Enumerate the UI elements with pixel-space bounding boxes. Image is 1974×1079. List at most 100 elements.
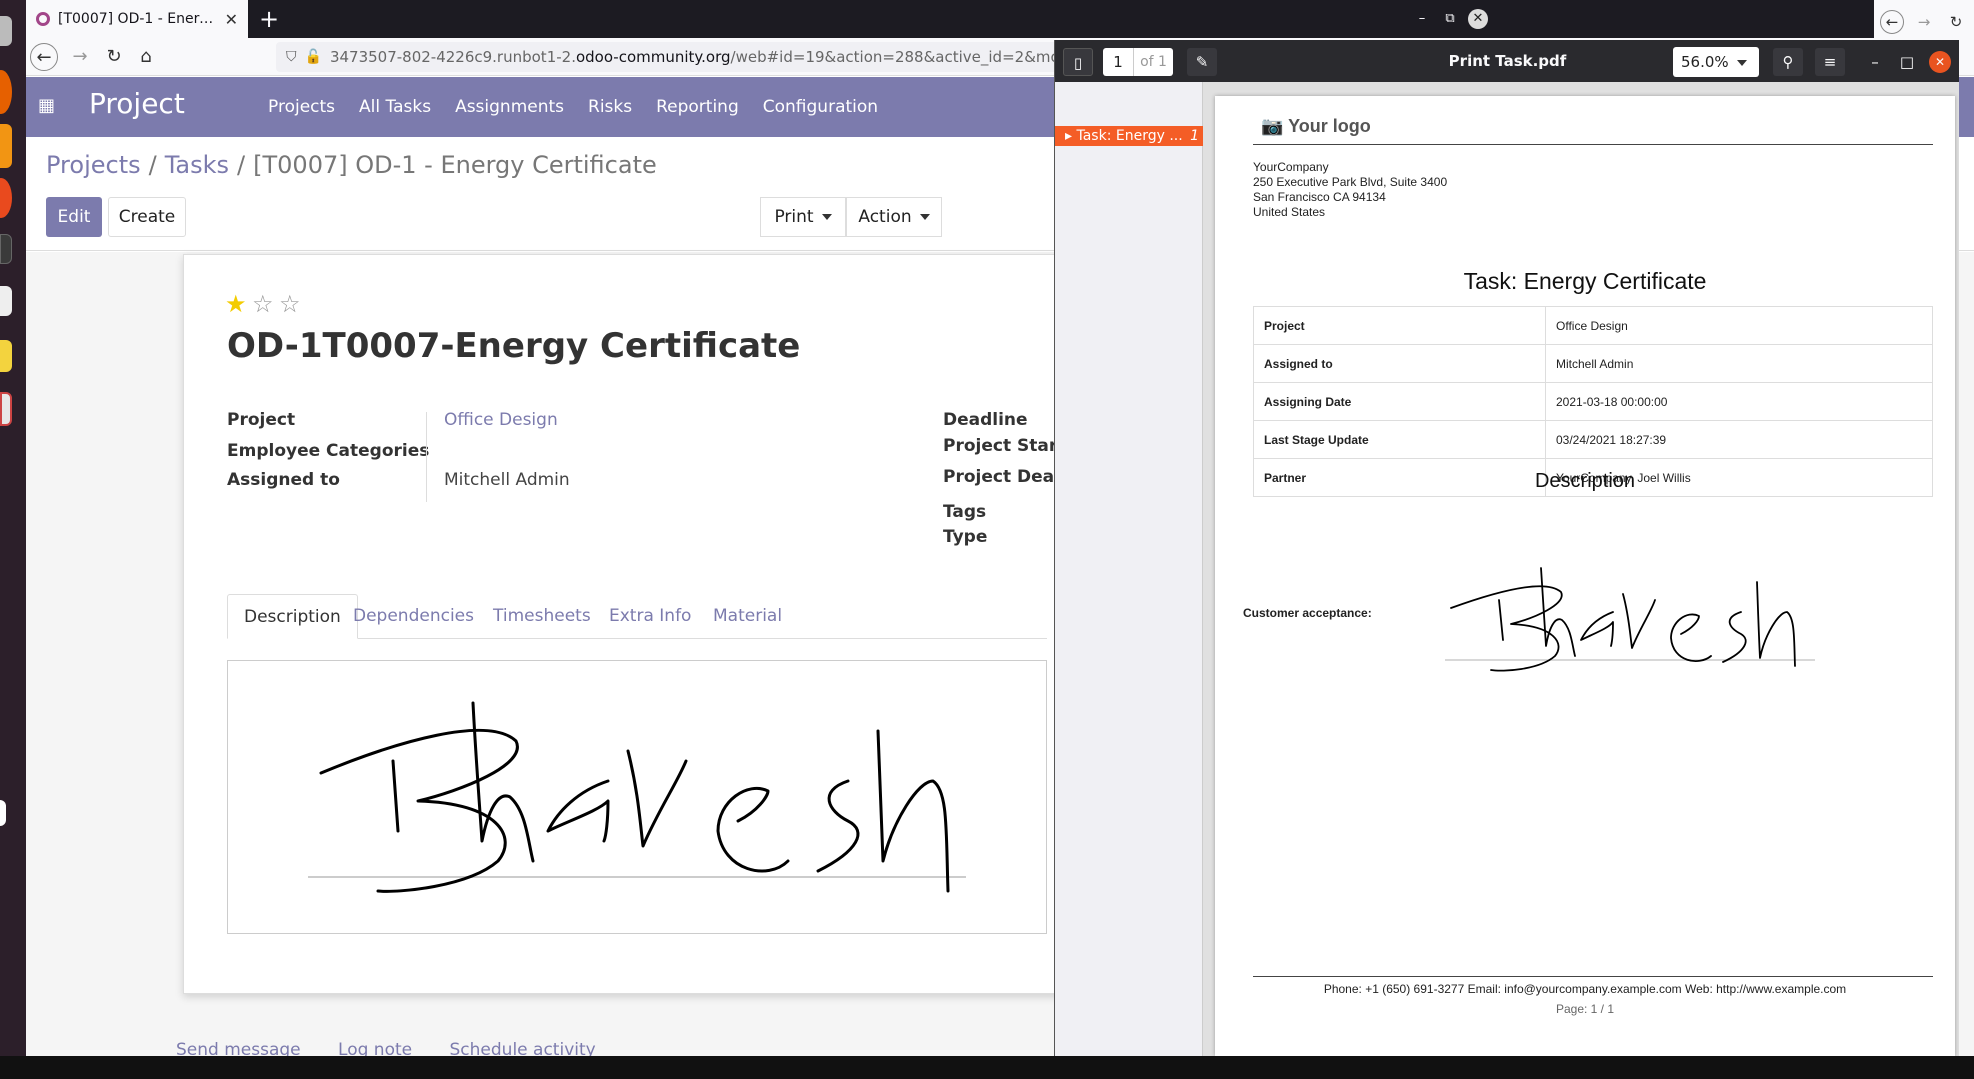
new-tab-button[interactable]: + bbox=[254, 4, 284, 34]
apps-grid-icon[interactable]: ▦ bbox=[38, 95, 60, 117]
dock-show-apps[interactable] bbox=[0, 800, 6, 826]
insecure-lock-icon[interactable]: 🔓 bbox=[305, 49, 322, 65]
report-footer: Phone: +1 (650) 691-3277 Email: info@you… bbox=[1323, 982, 1847, 996]
annotate-pen-icon[interactable]: ✎ bbox=[1187, 48, 1217, 76]
company-address-line: United States bbox=[1253, 205, 1326, 219]
schedule-activity-button[interactable]: Schedule activity bbox=[450, 1040, 596, 1056]
company-address-line: San Francisco CA 94134 bbox=[1253, 190, 1386, 204]
table-cell-key: Last Stage Update bbox=[1253, 420, 1546, 459]
chatter-actions: Send message Log note Schedule activity bbox=[176, 1040, 628, 1056]
tab-title: [T0007] OD-1 - Energy Certificate bbox=[58, 11, 217, 27]
company-address-line: 250 Executive Park Blvd, Suite 3400 bbox=[1253, 175, 1448, 189]
back-arrow-icon[interactable]: ← bbox=[1880, 10, 1904, 34]
reload-icon[interactable]: ↻ bbox=[100, 43, 128, 71]
odoo-favicon-icon bbox=[36, 12, 50, 26]
menu-item-risks[interactable]: Risks bbox=[588, 97, 632, 117]
table-cell-key: Assigning Date bbox=[1253, 382, 1546, 421]
signature-field[interactable] bbox=[227, 660, 1047, 934]
page-count: of 1 bbox=[1133, 48, 1173, 76]
tab-strip: [T0007] OD-1 - Energy Certificate ✕ + – … bbox=[26, 0, 1974, 38]
window-close-button[interactable]: ✕ bbox=[1929, 51, 1951, 73]
breadcrumb-tasks[interactable]: Tasks bbox=[165, 151, 229, 179]
desktop-bottom-bar bbox=[0, 1056, 1974, 1079]
table-row: Last Stage Update 03/24/2021 18:27:39 bbox=[1253, 420, 1933, 459]
hamburger-menu-icon[interactable]: ≡ bbox=[1815, 48, 1845, 76]
tab-dependencies[interactable]: Dependencies bbox=[337, 594, 490, 639]
page-number-input[interactable]: 1 bbox=[1103, 48, 1133, 76]
breadcrumb-separator: / bbox=[148, 151, 157, 179]
tab-material[interactable]: Material bbox=[697, 594, 798, 639]
field-label-employee-categories: Employee Categories bbox=[227, 441, 430, 461]
outline-item-label: Task: Energy ... bbox=[1076, 128, 1183, 144]
table-cell-value: Office Design bbox=[1545, 306, 1933, 345]
back-arrow-icon[interactable]: ← bbox=[30, 43, 58, 71]
print-dropdown-button[interactable]: Print bbox=[760, 197, 846, 237]
ubuntu-dock bbox=[0, 0, 26, 1079]
dock-app-terminal[interactable] bbox=[0, 234, 12, 264]
tab-timesheets[interactable]: Timesheets bbox=[477, 594, 607, 639]
caret-down-icon bbox=[821, 214, 832, 220]
shield-icon[interactable]: ⛉ bbox=[286, 49, 297, 65]
table-cell-value: 03/24/2021 18:27:39 bbox=[1545, 420, 1933, 459]
sidebar-toggle-icon[interactable]: ▯ bbox=[1063, 48, 1093, 76]
zoom-select[interactable]: 56.0% bbox=[1673, 47, 1759, 77]
priority-star-icon[interactable]: ★ bbox=[225, 290, 247, 318]
table-row: Project Office Design bbox=[1253, 306, 1933, 345]
log-note-button[interactable]: Log note bbox=[338, 1040, 412, 1056]
dock-app-viewer[interactable] bbox=[0, 392, 12, 426]
window-minimize-button[interactable]: – bbox=[1865, 48, 1885, 76]
browser-tab-active[interactable]: [T0007] OD-1 - Energy Certificate ✕ bbox=[26, 0, 248, 38]
print-label: Print bbox=[774, 207, 814, 227]
window-minimize-button[interactable]: – bbox=[1412, 9, 1432, 29]
reload-icon[interactable]: ↻ bbox=[1944, 10, 1968, 34]
forward-arrow-icon[interactable]: → bbox=[66, 43, 94, 71]
dock-app-files[interactable] bbox=[0, 16, 12, 46]
forward-arrow-icon[interactable]: → bbox=[1912, 10, 1936, 34]
url-domain: odoo-community.org bbox=[575, 48, 731, 66]
pdf-outline-sidebar: ▸ Task: Energy ... 1 ▦ ☰ ✎ ▮ bbox=[1055, 82, 1203, 1056]
header-rule bbox=[1253, 144, 1933, 145]
caret-down-icon bbox=[919, 214, 930, 220]
chevron-right-icon: ▸ bbox=[1065, 128, 1077, 144]
window-maximize-button[interactable]: □ bbox=[1897, 48, 1917, 76]
dock-app-folder[interactable] bbox=[0, 124, 12, 168]
window-restore-button[interactable]: ⧉ bbox=[1440, 9, 1460, 29]
priority-star-icon[interactable]: ☆ bbox=[279, 290, 301, 318]
tab-extra-info[interactable]: Extra Info bbox=[593, 594, 707, 639]
report-page-number: Page: 1 / 1 bbox=[1555, 1002, 1615, 1016]
company-logo: 📷 Your logo bbox=[1261, 116, 1371, 137]
home-icon[interactable]: ⌂ bbox=[132, 43, 160, 71]
breadcrumb: Projects / Tasks / [T0007] OD-1 - Energy Cer… bbox=[46, 151, 657, 179]
field-value-project[interactable]: Office Design bbox=[444, 410, 558, 430]
pdf-page: 📷 Your logo YourCompany 250 Executive Pa… bbox=[1215, 96, 1955, 1056]
window-close-button[interactable]: ✕ bbox=[1468, 9, 1488, 29]
breadcrumb-projects[interactable]: Projects bbox=[46, 151, 141, 179]
menu-item-configuration[interactable]: Configuration bbox=[763, 97, 878, 117]
form-notebook-tabs: Description Dependencies Timesheets Extr… bbox=[227, 594, 1047, 639]
dock-app-browser[interactable] bbox=[0, 178, 12, 218]
table-cell-key: Assigned to bbox=[1253, 344, 1546, 383]
field-label-project: Project bbox=[227, 410, 296, 430]
pdf-toolbar: ▯ 1 of 1 ✎ Print Task.pdf 56.0% ⚲ ≡ – □ … bbox=[1055, 40, 1959, 82]
menu-item-reporting[interactable]: Reporting bbox=[656, 97, 739, 117]
dock-app-text[interactable] bbox=[0, 286, 12, 316]
priority-star-icon[interactable]: ☆ bbox=[252, 290, 274, 318]
send-message-button[interactable]: Send message bbox=[176, 1040, 301, 1056]
action-dropdown-button[interactable]: Action bbox=[846, 197, 942, 237]
menu-item-all-tasks[interactable]: All Tasks bbox=[359, 97, 431, 117]
create-button[interactable]: Create bbox=[108, 197, 186, 237]
dock-app-ide[interactable] bbox=[0, 340, 12, 372]
pdf-signature-image bbox=[1445, 567, 1815, 672]
dock-app-firefox[interactable] bbox=[0, 70, 12, 114]
tab-close-icon[interactable]: ✕ bbox=[225, 10, 238, 29]
table-row: Assigned to Mitchell Admin bbox=[1253, 344, 1933, 383]
menu-item-assignments[interactable]: Assignments bbox=[455, 97, 564, 117]
pdf-viewer-window: ▯ 1 of 1 ✎ Print Task.pdf 56.0% ⚲ ≡ – □ … bbox=[1054, 40, 1959, 1056]
company-name: YourCompany bbox=[1253, 160, 1329, 174]
menu-item-projects[interactable]: Projects bbox=[268, 97, 335, 117]
main-menu: Projects All Tasks Assignments Risks Rep… bbox=[256, 77, 890, 137]
edit-button[interactable]: Edit bbox=[46, 197, 102, 237]
outline-item[interactable]: ▸ Task: Energy ... 1 bbox=[1055, 126, 1203, 146]
signature-image bbox=[308, 701, 966, 893]
search-icon[interactable]: ⚲ bbox=[1773, 48, 1803, 76]
